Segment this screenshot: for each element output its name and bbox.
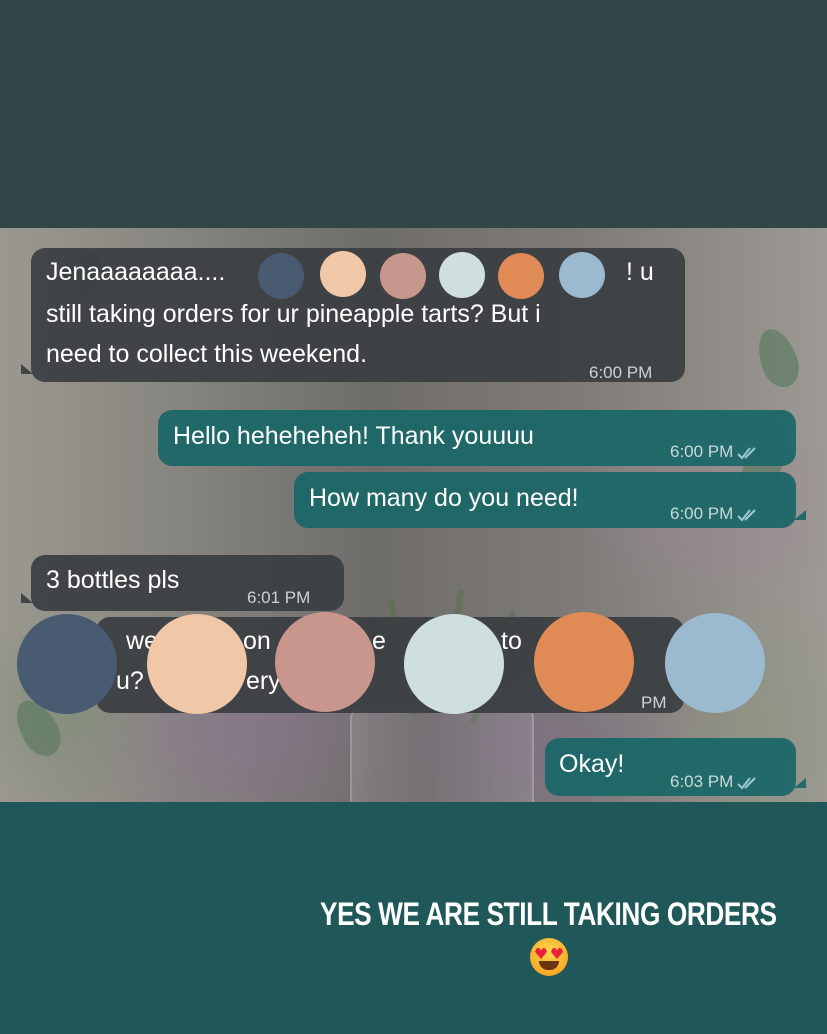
redaction-dot (665, 613, 765, 713)
message-text-fragment: u? (116, 667, 144, 695)
bubble-tail (794, 510, 806, 520)
read-receipt-icon (737, 776, 757, 790)
outgoing-message-bubble: Okay! 6:03 PM (545, 738, 806, 796)
story-caption: YES WE ARE STILL TAKING ORDERS (320, 896, 777, 932)
redaction-dot (498, 253, 544, 299)
heart-eye-icon (535, 948, 547, 959)
top-background (0, 0, 827, 228)
outgoing-message-bubble: How many do you need! 6:00 PM (294, 472, 806, 528)
message-timestamp: 6:01 PM (247, 588, 311, 607)
message-text: 3 bottles pls (46, 566, 180, 594)
redaction-dot (147, 614, 247, 714)
message-text-fragment: ! u (626, 258, 654, 286)
message-text-fragment: to (501, 627, 522, 655)
message-text-line: Jenaaaaaaaa.... (46, 258, 226, 286)
glass-vase (350, 708, 534, 802)
message-timestamp: 6:03 PM (670, 762, 761, 802)
redaction-dot (320, 251, 366, 297)
message-timestamp: 6:00 PM (670, 494, 761, 534)
heart-eye-icon (551, 948, 563, 959)
redaction-dot (439, 252, 485, 298)
outgoing-message-bubble: Hello heheheheh! Thank youuuu 6:00 PM (158, 410, 796, 466)
message-time: 6:00 PM (670, 442, 734, 461)
message-text-line: need to collect this weekend. (46, 340, 368, 368)
incoming-message-bubble: 3 bottles pls 6:01 PM (21, 555, 344, 611)
message-time: 6:03 PM (670, 772, 734, 791)
bubble-tail (21, 593, 33, 603)
bubble-tail (21, 364, 33, 374)
redaction-dot (380, 253, 426, 299)
message-text: Hello heheheheh! Thank youuuu (173, 422, 534, 450)
message-timestamp: 6:00 PM (589, 363, 653, 382)
message-time: 6:00 PM (670, 504, 734, 523)
redaction-dot (258, 253, 304, 299)
redaction-dot (275, 612, 375, 712)
smile-mouth (539, 961, 559, 970)
redaction-dot (534, 612, 634, 712)
message-timestamp-fragment: PM (641, 693, 667, 712)
message-timestamp: 6:00 PM (670, 432, 761, 472)
message-text: How many do you need! (309, 484, 579, 512)
message-text-line: still taking orders for ur pineapple tar… (46, 300, 541, 328)
bubble-tail (794, 778, 806, 788)
message-text-fragment: on (243, 627, 271, 655)
redaction-dot (17, 614, 117, 714)
redaction-dot (404, 614, 504, 714)
heart-eyes-emoji-icon (530, 938, 568, 976)
read-receipt-icon (737, 508, 757, 522)
leaf (750, 323, 806, 393)
redaction-dot (559, 252, 605, 298)
read-receipt-icon (737, 446, 757, 460)
message-text: Okay! (559, 750, 625, 778)
